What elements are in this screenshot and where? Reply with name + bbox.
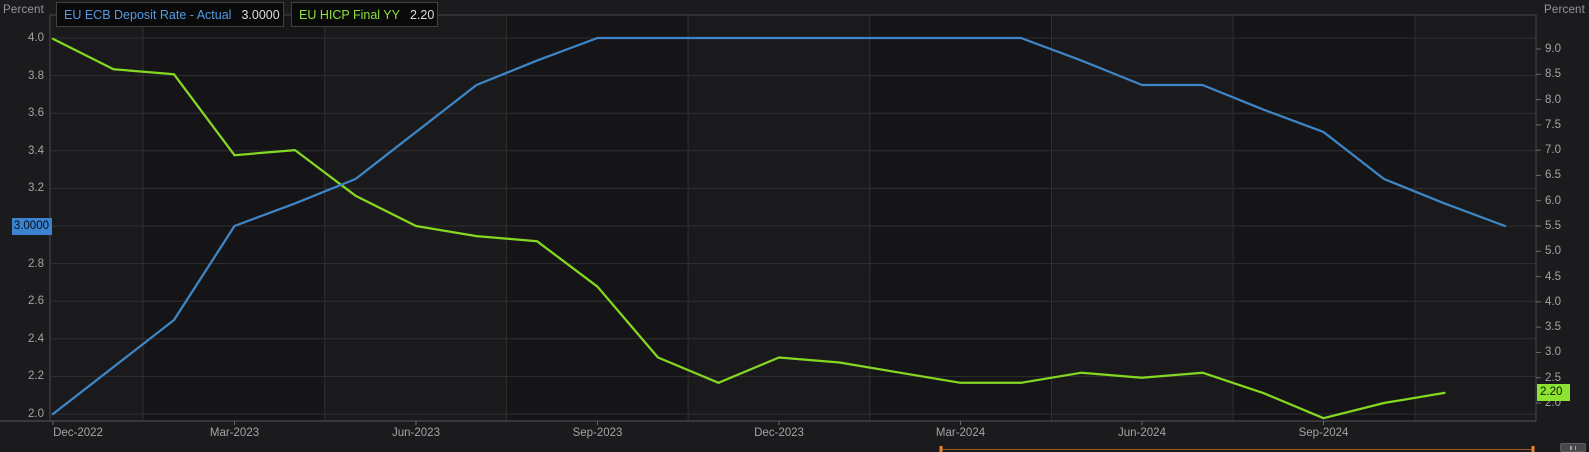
x-tick-label: Jun-2023 [392,427,440,439]
left-axis-unit-label: Percent [3,4,44,16]
left-axis-tick-label: 4.0 [2,32,44,44]
right-axis-tick-label: 5.0 [1545,245,1561,257]
x-tick-label: Mar-2023 [210,427,259,439]
right-axis-tick-label: 8.0 [1545,94,1561,106]
legend-label-ecb: EU ECB Deposit Rate - Actual [64,8,231,22]
legend-value-ecb: 3.0000 [241,8,279,22]
right-axis-tick-label: 3.5 [1545,321,1561,333]
left-axis-tick-label: 2.4 [2,333,44,345]
right-axis-tick-label: 4.0 [1545,296,1561,308]
legend-value-hicp: 2.20 [410,8,434,22]
right-axis-tick-label: 5.5 [1545,220,1561,232]
left-axis-tick-label: 2.8 [2,258,44,270]
right-axis-tick-label: 7.0 [1545,144,1561,156]
left-axis-tick-label: 3.2 [2,182,44,194]
left-axis-tick-label: 3.4 [2,145,44,157]
left-axis-current-value-badge: 3.0000 [12,218,52,235]
x-tick-label: Mar-2024 [936,427,985,439]
chart-window: Percent Percent EU ECB Deposit Rate - Ac… [0,0,1589,452]
right-axis-tick-label: 9.0 [1545,43,1561,55]
left-axis-tick-label: 2.2 [2,370,44,382]
left-axis-tick-label: 3.6 [2,107,44,119]
right-axis-tick-label: 7.5 [1545,119,1561,131]
range-bar-end-tick [1532,446,1535,452]
right-axis-tick-label: 6.5 [1545,169,1561,181]
right-axis-tick-label: 8.5 [1545,68,1561,80]
legend-item-hicp[interactable]: EU HICP Final YY 2.20 [291,2,438,27]
left-axis-tick-label: 3.8 [2,70,44,82]
legend-item-ecb-deposit-rate[interactable]: EU ECB Deposit Rate - Actual 3.0000 [56,2,284,27]
x-tick-label: Dec-2022 [53,427,103,439]
left-axis-tick-label: 2.0 [2,408,44,420]
x-tick-label: Jun-2024 [1118,427,1166,439]
right-axis-tick-label: 6.0 [1545,195,1561,207]
right-axis-tick-label: 4.5 [1545,271,1561,283]
x-tick-label: Dec-2023 [754,427,804,439]
right-axis-current-value-badge: 2.20 [1537,384,1570,401]
range-scrollbar-handle[interactable] [1560,443,1586,452]
right-axis-tick-label: 2.5 [1545,372,1561,384]
range-bar-start-tick [940,446,943,452]
legend-label-hicp: EU HICP Final YY [299,8,400,22]
chart-canvas[interactable] [0,0,1589,452]
x-tick-label: Sep-2024 [1299,427,1349,439]
left-axis-tick-label: 2.6 [2,295,44,307]
x-tick-label: Sep-2023 [573,427,623,439]
right-axis-tick-label: 3.0 [1545,346,1561,358]
right-axis-unit-label: Percent [1544,4,1585,16]
